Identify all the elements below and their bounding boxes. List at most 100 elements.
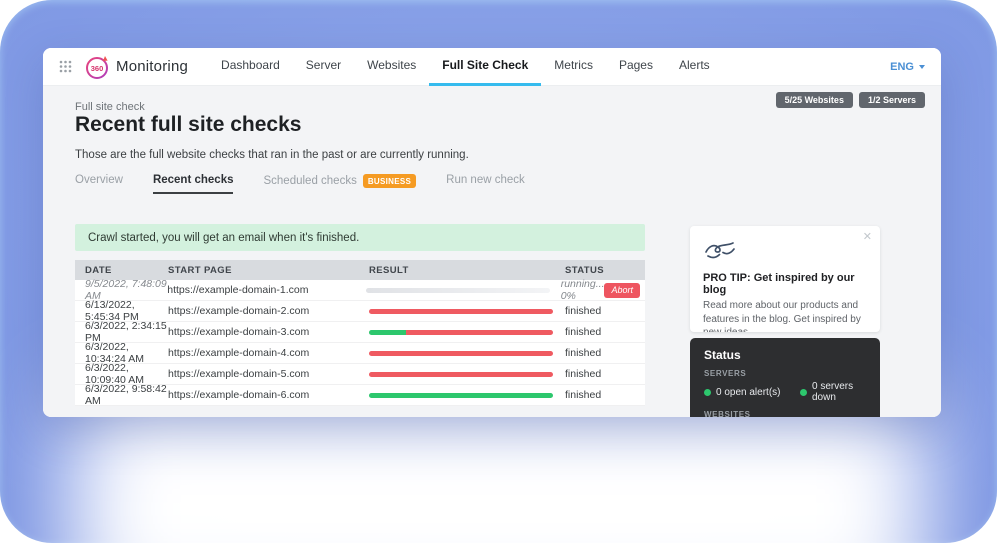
status-text: running... 0% — [561, 278, 605, 302]
green-status-dot — [800, 389, 807, 396]
usage-badges: 5/25 Websites 1/2 Servers — [776, 92, 925, 108]
right-sidebar: ✕ PRO TIP: Get inspired by our blog Read… — [690, 226, 880, 417]
tab-scheduled-checks[interactable]: Scheduled checks BUSINESS — [263, 174, 416, 196]
check-result — [369, 372, 565, 377]
progress-bar — [369, 351, 553, 356]
check-start-page: https://example-domain-2.com — [168, 305, 369, 317]
check-status: finished — [565, 326, 645, 338]
pro-tip-body: Read more about our products and feature… — [703, 299, 867, 332]
tab-run-new-check[interactable]: Run new check — [446, 174, 525, 194]
progress-red-segment — [369, 372, 553, 377]
tab-scheduled-checks-label: Scheduled checks — [263, 175, 356, 187]
check-start-page: https://example-domain-1.com — [167, 284, 366, 296]
servers-open-alerts-label: 0 open alert(s) — [716, 387, 780, 398]
sub-tabs: Overview Recent checks Scheduled checks … — [75, 174, 525, 196]
check-result — [369, 330, 565, 335]
marketing-canvas: 360 Monitoring Dashboard Server Websites… — [0, 0, 997, 543]
check-status: finished — [565, 389, 645, 401]
progress-green-segment — [369, 330, 406, 335]
app-launcher-icon[interactable] — [59, 60, 72, 73]
progress-bar — [369, 372, 553, 377]
business-badge: BUSINESS — [363, 174, 416, 188]
page-title: Recent full site checks — [75, 113, 301, 137]
servers-down-label: 0 servers down — [812, 381, 866, 403]
check-result — [369, 351, 565, 356]
status-text: finished — [565, 305, 601, 317]
language-selector[interactable]: ENG — [890, 61, 925, 73]
checks-table: DATE START PAGE RESULT STATUS 9/5/2022, … — [75, 260, 645, 406]
status-text: finished — [565, 347, 601, 359]
col-header-status: STATUS — [565, 265, 645, 276]
table-row[interactable]: 6/3/2022, 2:34:15 PM https://example-dom… — [75, 322, 645, 343]
close-icon[interactable]: ✕ — [863, 230, 872, 243]
check-status: finished — [565, 305, 645, 317]
nav-item-pages[interactable]: Pages — [606, 48, 666, 86]
progress-bar — [369, 330, 553, 335]
websites-quota-badge[interactable]: 5/25 Websites — [776, 92, 853, 108]
progress-red-segment — [406, 330, 553, 335]
col-header-start-page: START PAGE — [168, 265, 369, 276]
check-start-page: https://example-domain-4.com — [168, 347, 369, 359]
table-row[interactable]: 9/5/2022, 7:48:09 AM https://example-dom… — [75, 280, 645, 301]
checks-column: Crawl started, you will get an email whe… — [75, 224, 645, 406]
table-row[interactable]: 6/3/2022, 10:09:40 AM https://example-do… — [75, 364, 645, 385]
language-label: ENG — [890, 61, 914, 73]
check-status: finished — [565, 347, 645, 359]
check-status: finished — [565, 368, 645, 380]
servers-open-alerts: 0 open alert(s) — [704, 381, 800, 403]
svg-text:360: 360 — [91, 64, 104, 73]
status-card-title: Status — [704, 348, 866, 362]
breadcrumb: Full site check — [75, 101, 145, 113]
check-result — [369, 309, 565, 314]
progress-green-segment — [369, 393, 553, 398]
check-start-page: https://example-domain-3.com — [168, 326, 369, 338]
table-row[interactable]: 6/13/2022, 5:45:34 PM https://example-do… — [75, 301, 645, 322]
main-nav: Dashboard Server Websites Full Site Chec… — [208, 48, 723, 86]
handshake-doodle-icon — [703, 239, 867, 266]
top-navbar: 360 Monitoring Dashboard Server Websites… — [43, 48, 941, 86]
status-text: finished — [565, 389, 601, 401]
banner-message: Crawl started, you will get an email whe… — [88, 232, 359, 244]
nav-item-dashboard[interactable]: Dashboard — [208, 48, 293, 86]
progress-red-segment — [369, 351, 553, 356]
nav-item-full-site-check[interactable]: Full Site Check — [429, 48, 541, 86]
check-start-page: https://example-domain-6.com — [168, 389, 369, 401]
status-section-servers: SERVERS — [704, 369, 866, 378]
col-header-result: RESULT — [369, 265, 565, 276]
status-section-websites: WEBSITES — [704, 410, 866, 417]
abort-button[interactable]: Abort — [604, 283, 640, 298]
main-area: Crawl started, you will get an email whe… — [75, 224, 941, 417]
status-text: finished — [565, 368, 601, 380]
col-header-date: DATE — [75, 265, 168, 276]
servers-down: 0 servers down — [800, 381, 866, 403]
pro-tip-card: ✕ PRO TIP: Get inspired by our blog Read… — [690, 226, 880, 332]
progress-bar — [369, 393, 553, 398]
servers-quota-badge[interactable]: 1/2 Servers — [859, 92, 925, 108]
nav-item-metrics[interactable]: Metrics — [541, 48, 606, 86]
check-date: 6/3/2022, 9:58:42 AM — [75, 383, 168, 407]
nav-item-websites[interactable]: Websites — [354, 48, 429, 86]
tab-recent-checks[interactable]: Recent checks — [153, 174, 234, 194]
servers-status-row: 0 open alert(s) 0 servers down — [704, 381, 866, 403]
pro-tip-title: PRO TIP: Get inspired by our blog — [703, 272, 867, 296]
check-start-page: https://example-domain-5.com — [168, 368, 369, 380]
browser-window: 360 Monitoring Dashboard Server Websites… — [43, 48, 941, 417]
tab-overview[interactable]: Overview — [75, 174, 123, 194]
nav-item-alerts[interactable]: Alerts — [666, 48, 723, 86]
progress-bar — [369, 309, 553, 314]
brand-name: Monitoring — [116, 58, 188, 75]
status-card: Status SERVERS 0 open alert(s) 0 servers… — [690, 338, 880, 417]
check-status: running... 0% Abort — [561, 278, 645, 302]
table-header: DATE START PAGE RESULT STATUS — [75, 260, 645, 280]
brand-logo[interactable]: 360 Monitoring — [84, 54, 188, 80]
check-result — [366, 288, 560, 293]
nav-item-server[interactable]: Server — [293, 48, 354, 86]
progress-red-segment — [369, 309, 553, 314]
page-content: 5/25 Websites 1/2 Servers Full site chec… — [43, 86, 941, 417]
chevron-down-icon — [919, 65, 925, 69]
green-status-dot — [704, 389, 711, 396]
table-row[interactable]: 6/3/2022, 10:34:24 AM https://example-do… — [75, 343, 645, 364]
page-description: Those are the full website checks that r… — [75, 149, 469, 161]
table-row[interactable]: 6/3/2022, 9:58:42 AM https://example-dom… — [75, 385, 645, 406]
progress-bar — [366, 288, 550, 293]
